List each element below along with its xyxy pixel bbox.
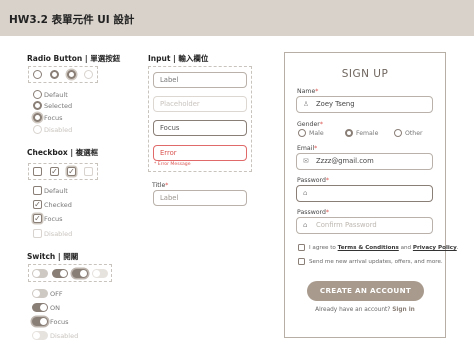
email-label: Email*	[297, 145, 318, 152]
titled-field-title: Title*	[152, 182, 169, 189]
name-input[interactable]: ♙ Zoey Tseng	[296, 96, 433, 113]
switch-label-on: ON	[50, 304, 60, 312]
switch-state-disabled	[32, 331, 48, 340]
checkbox-state-disabled	[33, 229, 42, 238]
switch-off[interactable]	[32, 269, 48, 278]
gender-female-radio[interactable]	[345, 129, 353, 137]
input-error-message: * Error Message	[154, 162, 191, 167]
user-icon: ♙	[303, 100, 310, 108]
agree-text: I agree to Terms & Conditions and Privac…	[309, 245, 459, 251]
radio-section-title: Radio Button | 單選按鈕	[27, 54, 121, 63]
input-error-field[interactable]: Error	[153, 145, 247, 161]
mail-icon: ✉	[303, 157, 309, 165]
checkbox-state-default[interactable]	[33, 186, 42, 195]
switch-focus[interactable]	[72, 269, 88, 278]
privacy-link[interactable]: Privacy Policy	[413, 245, 457, 251]
radio-selected[interactable]	[50, 70, 59, 79]
radio-state-selected[interactable]	[33, 101, 42, 110]
signup-form: SIGN UP Name* ♙ Zoey Tseng Gender* Male F…	[284, 52, 459, 338]
email-input[interactable]: ✉ Zzzz@gmail.com	[296, 153, 433, 170]
confirm-password-label: Password*	[297, 209, 329, 216]
checkbox-label-default: Default	[44, 187, 68, 195]
agree-checkbox[interactable]	[298, 244, 305, 251]
checkbox-focus[interactable]: ✓	[67, 167, 76, 176]
terms-link[interactable]: Terms & Conditions	[338, 245, 399, 251]
confirm-password-input[interactable]: ⌂ Confirm Password	[296, 217, 433, 234]
checkbox-checked[interactable]: ✓	[50, 167, 59, 176]
radio-label-disabled: Disabled	[44, 126, 73, 134]
page-title: HW3.2 表單元件 UI 設計	[9, 14, 135, 26]
radio-label-default: Default	[44, 91, 68, 99]
switch-disabled	[92, 269, 108, 278]
switch-on[interactable]	[52, 269, 68, 278]
checkbox-state-focus[interactable]: ✓	[33, 214, 42, 223]
newsletter-text: Send me new arrival updates, offers, and…	[309, 259, 443, 265]
radio-state-disabled	[33, 125, 42, 134]
switch-label-off: OFF	[50, 290, 63, 298]
checkbox-state-checked[interactable]: ✓	[33, 200, 42, 209]
checkbox-label-disabled: Disabled	[44, 230, 73, 238]
gender-other-label: Other	[405, 130, 423, 137]
radio-label-focus: Focus	[44, 114, 63, 122]
radio-focus[interactable]	[67, 70, 76, 79]
password-label: Password*	[297, 177, 329, 184]
gender-label: Gender*	[297, 121, 323, 128]
name-label: Name*	[297, 88, 319, 95]
email-value: Zzzz@gmail.com	[316, 157, 374, 165]
switch-section-title: Switch | 開關	[27, 252, 79, 261]
checkbox-disabled	[84, 167, 93, 176]
checkbox-default[interactable]	[33, 167, 42, 176]
newsletter-checkbox[interactable]	[298, 258, 305, 265]
input-focus-field[interactable]: Focus	[153, 120, 247, 136]
confirm-password-placeholder: Confirm Password	[316, 221, 377, 229]
signin-footer: Already have an account? Sign in	[315, 307, 415, 313]
titled-input-field[interactable]: Label	[153, 190, 247, 206]
switch-state-focus[interactable]	[32, 317, 48, 326]
radio-state-default[interactable]	[33, 90, 42, 99]
gender-female-label: Female	[356, 130, 379, 137]
radio-label-selected: Selected	[44, 102, 73, 110]
gender-male-label: Male	[309, 130, 324, 137]
lock-icon: ⌂	[303, 221, 308, 229]
page-header: HW3.2 表單元件 UI 設計	[0, 0, 474, 36]
switch-label-focus: Focus	[50, 318, 69, 326]
checkbox-section-title: Checkbox | 複選框	[27, 148, 99, 157]
switch-label-disabled: Disabled	[50, 332, 79, 340]
input-label-field[interactable]: Label	[153, 72, 247, 88]
lock-icon: ⌂	[303, 189, 308, 197]
radio-state-focus[interactable]	[33, 113, 42, 122]
signin-link[interactable]: Sign in	[392, 307, 415, 313]
radio-disabled	[84, 70, 93, 79]
gender-other-radio[interactable]	[394, 129, 402, 137]
signup-title: SIGN UP	[341, 68, 389, 80]
create-account-button[interactable]: CREATE AN ACCOUNT	[307, 281, 424, 301]
name-value: Zoey Tseng	[316, 100, 355, 108]
checkbox-label-focus: Focus	[44, 215, 63, 223]
switch-state-off[interactable]	[32, 289, 48, 298]
gender-male-radio[interactable]	[298, 129, 306, 137]
password-input[interactable]: ⌂	[296, 185, 433, 202]
switch-state-on[interactable]	[32, 303, 48, 312]
radio-default[interactable]	[33, 70, 42, 79]
input-section-title: Input | 輸入欄位	[148, 54, 209, 63]
checkbox-label-checked: Checked	[44, 201, 72, 209]
input-placeholder-field[interactable]: Placeholder	[153, 96, 247, 112]
